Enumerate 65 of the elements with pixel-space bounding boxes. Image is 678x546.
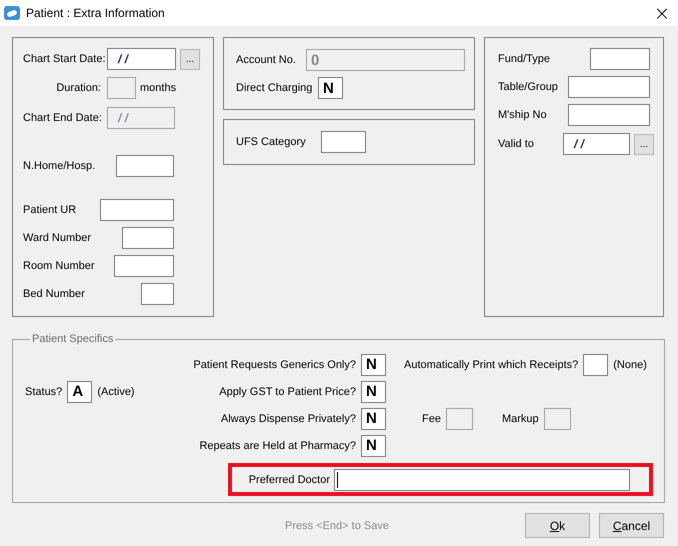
field-label: Bed Number [23,288,85,300]
field-label: Ward Number [23,232,92,244]
field-value: N [366,383,377,400]
input-field[interactable]: N [361,380,386,402]
field-value: 0 [311,52,320,68]
cancel-button[interactable]: Cancel [599,513,664,538]
window-title: Patient : Extra Information [26,6,166,20]
field-label: Automatically Print which Receipts? [404,358,578,370]
field-label: Markup [502,412,539,424]
close-button[interactable]: × [647,0,677,26]
input-field[interactable] [321,131,366,153]
input-field[interactable] [334,468,630,490]
field-label: Apply GST to Patient Price? [219,386,356,398]
field-label: Patient Requests Generics Only? [193,358,356,370]
date-value: / / [574,137,584,151]
input-field[interactable]: N [361,434,386,456]
field-label: Room Number [23,260,95,272]
date-field[interactable]: / / [107,48,176,70]
save-hint: Press <End> to Save [285,520,389,532]
field-label: Direct Charging [236,82,314,94]
field-value: N [323,80,334,96]
field-value: N [366,356,377,373]
input-field[interactable] [122,227,174,249]
pill-icon [4,6,20,20]
input-field[interactable]: N [361,408,386,430]
ok-button[interactable]: Ok [525,513,590,538]
field-label: Fund/Type [498,53,550,65]
field-label: UFS Category [236,136,307,148]
date-value: / / [118,111,128,125]
date-picker-button[interactable]: ... [180,48,200,70]
date-value: / / [118,52,128,66]
input-field[interactable] [116,155,174,177]
field-note: (None) [613,358,647,370]
input-field[interactable] [141,283,174,305]
field-label: Chart End Date: [23,112,101,124]
unit-label: months [140,82,176,94]
input-field[interactable] [568,76,650,98]
input-field[interactable] [568,104,650,126]
field-label: Always Dispense Privately? [220,412,356,424]
field-label: Duration: [55,82,101,94]
input-field[interactable] [114,255,174,277]
input-field[interactable]: N [361,354,386,376]
input-field[interactable] [583,354,608,376]
status-note: (Active) [97,386,135,398]
field-label: Patient UR [23,204,76,216]
field-label: Preferred Doctor [248,474,330,486]
date-picker-button[interactable]: ... [634,134,654,154]
input-field[interactable] [100,199,174,221]
field-label: Status? [25,386,62,398]
field-label: M'ship No [498,109,547,121]
input-field[interactable]: A [67,380,92,402]
field-value: N [366,410,377,427]
date-field[interactable]: / / [563,133,630,155]
text-cursor [337,472,338,488]
field-label: Valid to [498,138,534,150]
field-value: A [72,383,84,400]
field-label: N.Home/Hosp. [23,160,96,172]
field-value: N [366,437,377,454]
field-label: Account No. [236,54,297,66]
input-field[interactable] [590,48,650,70]
field-label: Table/Group [498,81,558,93]
code-field[interactable]: N [318,77,343,99]
field-label: Fee [422,412,441,424]
field-label: Repeats are Held at Pharmacy? [199,440,356,452]
group-title: Patient Specifics [31,333,114,345]
